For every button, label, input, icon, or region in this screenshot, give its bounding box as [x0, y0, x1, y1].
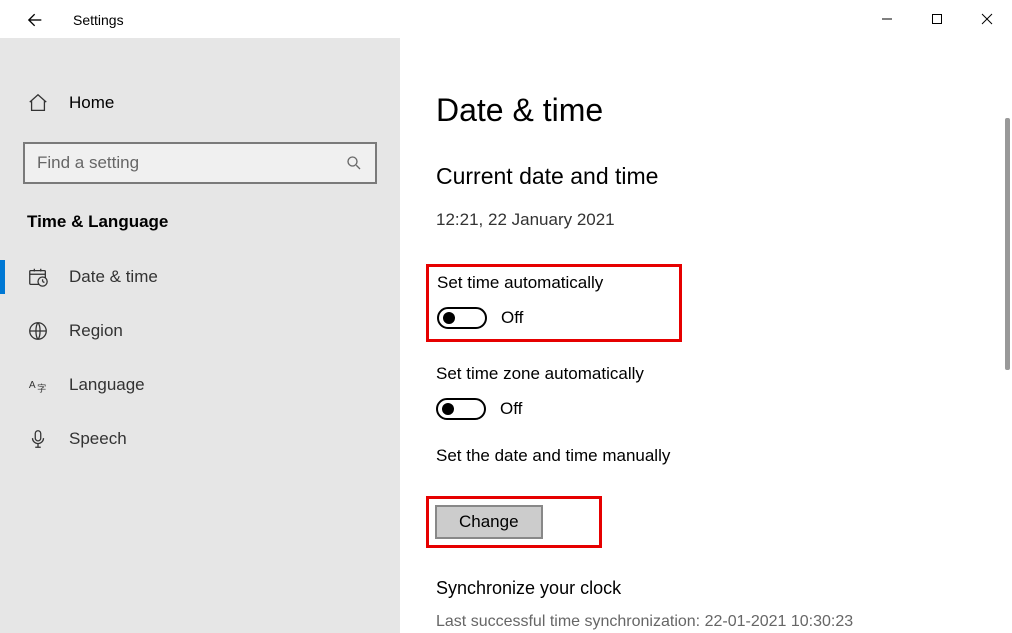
sidebar-item-label: Speech [69, 429, 127, 449]
search-placeholder: Find a setting [37, 153, 139, 173]
minimize-button[interactable] [862, 3, 912, 35]
home-label: Home [69, 93, 114, 113]
set-tz-auto-label: Set time zone automatically [436, 364, 972, 384]
titlebar-left: Settings [23, 10, 124, 30]
settings-window: Settings [0, 0, 1012, 633]
section-current: Current date and time [436, 163, 972, 190]
manual-label: Set the date and time manually [436, 446, 972, 466]
window-controls [862, 3, 1012, 35]
set-time-auto-state: Off [501, 308, 523, 328]
sidebar-item-label: Date & time [69, 267, 158, 287]
sync-last: Last successful time synchronization: 22… [436, 609, 972, 633]
app-title: Settings [73, 12, 124, 28]
sync-header: Synchronize your clock [436, 578, 972, 599]
manual-block: Set the date and time manually [436, 446, 972, 466]
close-button[interactable] [962, 3, 1012, 35]
page-title: Date & time [436, 92, 972, 129]
set-tz-auto-toggle-row: Off [436, 398, 972, 420]
highlight-change-button: Change [426, 496, 602, 548]
sidebar-item-region[interactable]: Region [0, 304, 400, 358]
sidebar-item-speech[interactable]: Speech [0, 412, 400, 466]
home-icon [27, 92, 49, 114]
sidebar-item-date-time[interactable]: Date & time [0, 250, 400, 304]
svg-text:A: A [29, 380, 36, 391]
maximize-button[interactable] [912, 3, 962, 35]
set-time-auto-toggle[interactable] [437, 307, 487, 329]
set-tz-auto-toggle[interactable] [436, 398, 486, 420]
scrollbar[interactable] [1005, 118, 1010, 370]
sidebar-home[interactable]: Home [0, 80, 400, 126]
content-pane: Date & time Current date and time 12:21,… [400, 38, 1012, 633]
set-tz-auto-state: Off [500, 399, 522, 419]
microphone-icon [27, 428, 49, 450]
sidebar-item-language[interactable]: A 字 Language [0, 358, 400, 412]
language-icon: A 字 [27, 374, 49, 396]
svg-text:字: 字 [37, 382, 46, 393]
calendar-clock-icon [27, 266, 49, 288]
set-time-auto-toggle-row: Off [437, 307, 671, 329]
toggle-knob [442, 403, 454, 415]
globe-icon [27, 320, 49, 342]
titlebar: Settings [0, 0, 1012, 38]
search-input[interactable]: Find a setting [23, 142, 377, 184]
sidebar: Home Find a setting Time & Language [0, 38, 400, 633]
search-icon [345, 154, 363, 172]
sidebar-item-label: Language [69, 375, 145, 395]
current-datetime-value: 12:21, 22 January 2021 [436, 210, 972, 230]
highlight-set-time-auto: Set time automatically Off [426, 264, 682, 342]
toggle-knob [443, 312, 455, 324]
back-arrow-icon[interactable] [23, 10, 43, 30]
set-tz-auto-block: Set time zone automatically Off [436, 364, 972, 420]
body-area: Home Find a setting Time & Language [0, 38, 1012, 633]
set-time-auto-label: Set time automatically [437, 273, 671, 293]
sidebar-item-label: Region [69, 321, 123, 341]
sidebar-section-header: Time & Language [0, 184, 400, 250]
change-button[interactable]: Change [435, 505, 543, 539]
